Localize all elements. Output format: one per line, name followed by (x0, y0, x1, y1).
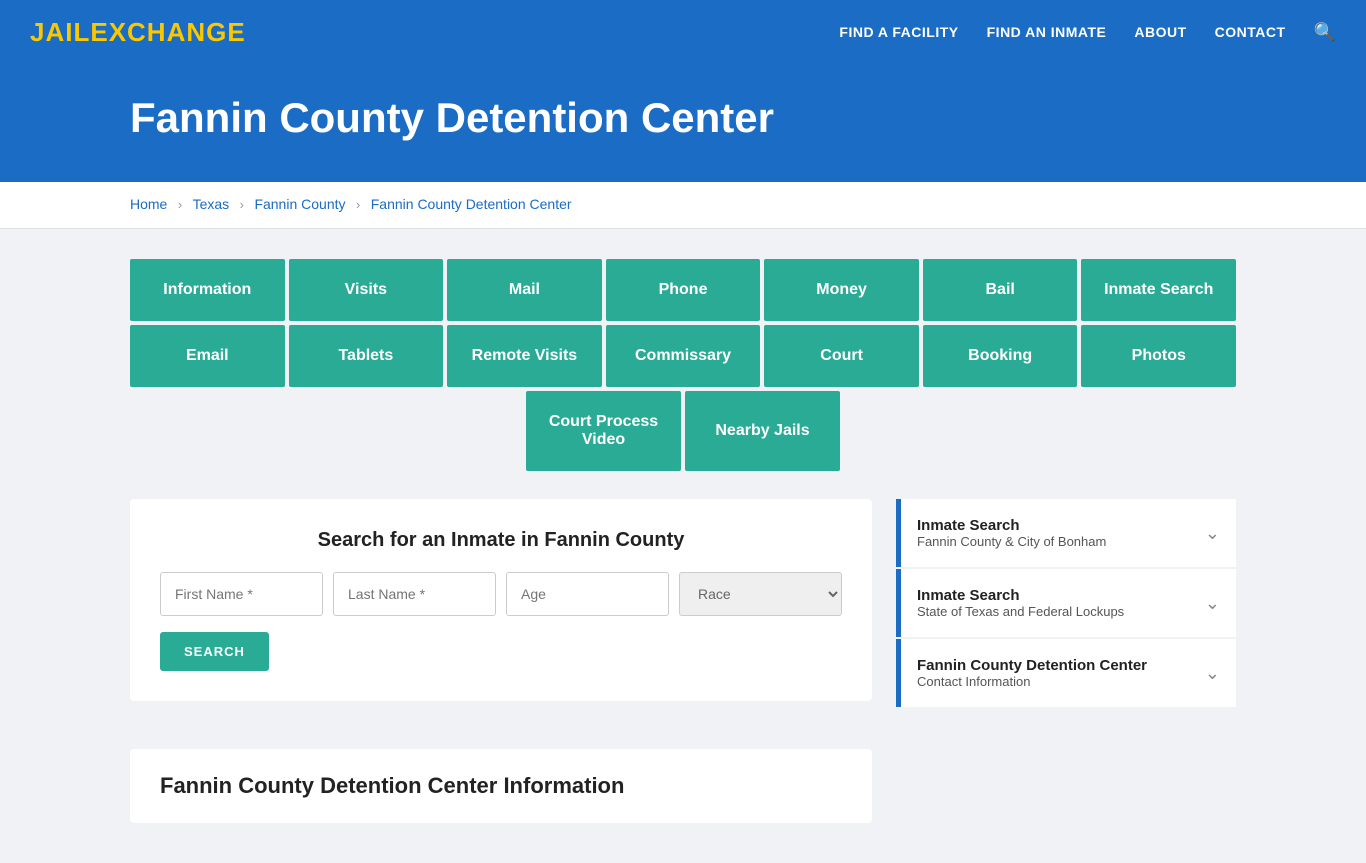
breadcrumb-sep-2: › (240, 197, 244, 212)
btn-remote-visits[interactable]: Remote Visits (447, 325, 602, 387)
sidebar-subtitle-2: Contact Information (917, 674, 1147, 689)
inmate-search-form: Search for an Inmate in Fannin County Ra… (130, 499, 872, 701)
sidebar-title-0: Inmate Search (917, 517, 1106, 534)
breadcrumb-sep-3: › (356, 197, 360, 212)
first-name-input[interactable] (160, 572, 323, 616)
btn-mail[interactable]: Mail (447, 259, 602, 321)
nav-links: FIND A FACILITY FIND AN INMATE ABOUT CON… (839, 22, 1336, 43)
chevron-down-icon-2: ⌄ (1205, 663, 1220, 684)
btn-inmate-search[interactable]: Inmate Search (1081, 259, 1236, 321)
navbar: JAILEXCHANGE FIND A FACILITY FIND AN INM… (0, 0, 1366, 64)
sidebar-item-contact[interactable]: Fannin County Detention Center Contact I… (896, 639, 1236, 707)
btn-visits[interactable]: Visits (289, 259, 444, 321)
btn-money[interactable]: Money (764, 259, 919, 321)
btn-row-3: Court Process Video Nearby Jails (130, 391, 1236, 471)
lower-section: Search for an Inmate in Fannin County Ra… (130, 499, 1236, 823)
btn-email[interactable]: Email (130, 325, 285, 387)
logo-jail: JAIL (30, 17, 90, 47)
sidebar-item-state-search[interactable]: Inmate Search State of Texas and Federal… (896, 569, 1236, 637)
breadcrumb-county[interactable]: Fannin County (254, 196, 345, 212)
btn-row-1: Information Visits Mail Phone Money Bail… (130, 259, 1236, 321)
search-fields: Race (160, 572, 842, 616)
chevron-down-icon-0: ⌄ (1205, 523, 1220, 544)
sidebar-subtitle-1: State of Texas and Federal Lockups (917, 604, 1124, 619)
breadcrumb-current: Fannin County Detention Center (371, 196, 572, 212)
sidebar: Inmate Search Fannin County & City of Bo… (896, 499, 1236, 709)
hero-section: Fannin County Detention Center (0, 64, 1366, 182)
btn-photos[interactable]: Photos (1081, 325, 1236, 387)
race-select[interactable]: Race (679, 572, 842, 616)
info-section: Fannin County Detention Center Informati… (130, 749, 872, 823)
left-column: Search for an Inmate in Fannin County Ra… (130, 499, 872, 823)
btn-bail[interactable]: Bail (923, 259, 1078, 321)
nav-find-facility[interactable]: FIND A FACILITY (839, 24, 958, 40)
breadcrumb: Home › Texas › Fannin County › Fannin Co… (0, 182, 1366, 229)
btn-commissary[interactable]: Commissary (606, 325, 761, 387)
sidebar-title-2: Fannin County Detention Center (917, 657, 1147, 674)
search-title: Search for an Inmate in Fannin County (160, 529, 842, 552)
btn-information[interactable]: Information (130, 259, 285, 321)
btn-phone[interactable]: Phone (606, 259, 761, 321)
logo-exchange-x: E (90, 17, 108, 47)
search-button[interactable]: SEARCH (160, 632, 269, 671)
btn-court-process-video[interactable]: Court Process Video (526, 391, 681, 471)
site-logo[interactable]: JAILEXCHANGE (30, 17, 246, 48)
breadcrumb-sep-1: › (178, 197, 182, 212)
btn-tablets[interactable]: Tablets (289, 325, 444, 387)
nav-about[interactable]: ABOUT (1134, 24, 1186, 40)
sidebar-subtitle-0: Fannin County & City of Bonham (917, 534, 1106, 549)
sidebar-item-county-search[interactable]: Inmate Search Fannin County & City of Bo… (896, 499, 1236, 567)
sidebar-title-1: Inmate Search (917, 587, 1124, 604)
search-icon[interactable]: 🔍 (1314, 22, 1336, 43)
chevron-down-icon-1: ⌄ (1205, 593, 1220, 614)
info-title: Fannin County Detention Center Informati… (160, 773, 842, 799)
btn-nearby-jails[interactable]: Nearby Jails (685, 391, 840, 471)
breadcrumb-texas[interactable]: Texas (193, 196, 230, 212)
last-name-input[interactable] (333, 572, 496, 616)
btn-court[interactable]: Court (764, 325, 919, 387)
breadcrumb-home[interactable]: Home (130, 196, 167, 212)
page-title: Fannin County Detention Center (130, 94, 1336, 142)
btn-booking[interactable]: Booking (923, 325, 1078, 387)
btn-row-2: Email Tablets Remote Visits Commissary C… (130, 325, 1236, 387)
nav-find-inmate[interactable]: FIND AN INMATE (987, 24, 1107, 40)
category-buttons: Information Visits Mail Phone Money Bail… (130, 259, 1236, 471)
logo-exchange-rest: XCHANGE (109, 17, 246, 47)
age-input[interactable] (506, 572, 669, 616)
nav-contact[interactable]: CONTACT (1215, 24, 1286, 40)
